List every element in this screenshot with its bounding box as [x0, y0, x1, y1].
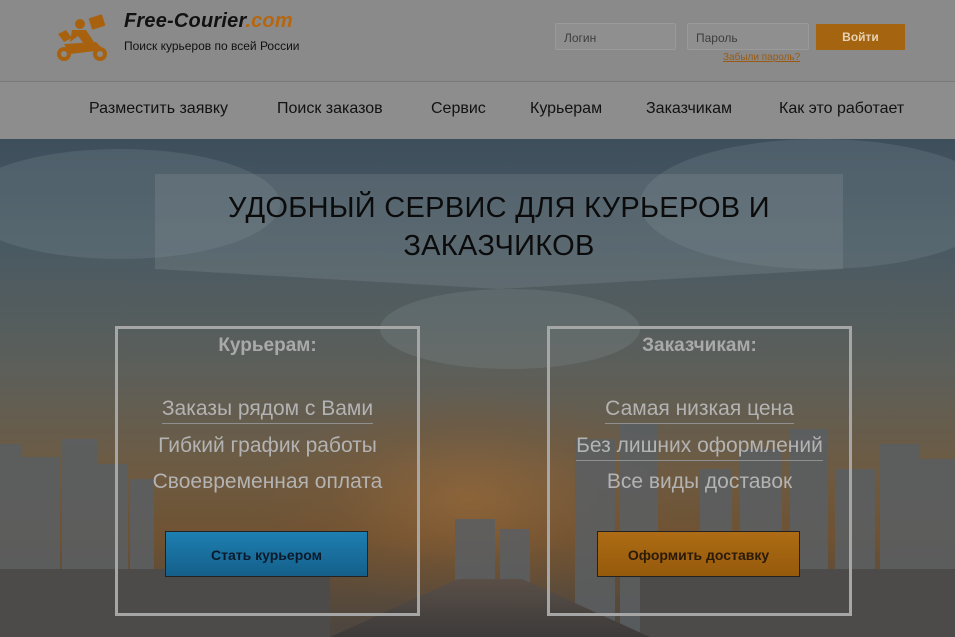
nav-item-post-request[interactable]: Разместить заявку	[89, 100, 228, 118]
nav-item-customers[interactable]: Заказчикам	[646, 100, 732, 118]
hero-title-line-2: ЗАКАЗЧИКОВ	[403, 230, 595, 262]
couriers-benefit: Заказы рядом с Вами	[118, 397, 417, 424]
nav-item-how-it-works[interactable]: Как это работает	[779, 100, 904, 118]
logo-tagline: Поиск курьеров по всей России	[124, 39, 300, 53]
customers-benefit-text: Без лишних оформлений	[576, 434, 823, 461]
hero-section: УДОБНЫЙ СЕРВИС ДЛЯ КУРЬЕРОВ И ЗАКАЗЧИКОВ…	[0, 139, 955, 637]
hero-title-line-1: УДОБНЫЙ СЕРВИС ДЛЯ КУРЬЕРОВ И	[228, 192, 770, 224]
login-button[interactable]: Войти	[816, 24, 905, 50]
logo-title[interactable]: Free-Courier.com	[124, 10, 293, 33]
nav-item-couriers[interactable]: Курьерам	[530, 100, 602, 118]
customers-benefit-text: Самая низкая цена	[605, 397, 794, 424]
nav-item-service[interactable]: Сервис	[431, 100, 486, 118]
couriers-heading: Курьерам:	[218, 335, 317, 356]
password-input[interactable]: Пароль	[687, 23, 809, 50]
order-delivery-button[interactable]: Оформить доставку	[597, 531, 800, 577]
main-nav: Разместить заявку Поиск заказов Сервис К…	[0, 82, 955, 139]
couriers-benefit: Гибкий график работы	[158, 434, 377, 457]
customers-heading: Заказчикам:	[642, 335, 757, 356]
couriers-benefit-text: Заказы рядом с Вами	[161, 397, 374, 424]
customers-benefit: Без лишних оформлений	[550, 434, 849, 461]
forgot-password-link[interactable]: Забыли пароль?	[723, 52, 800, 63]
logo-name: Free-Courier	[124, 10, 246, 32]
courier-scooter-icon[interactable]	[50, 12, 116, 66]
logo-domain: .com	[245, 10, 293, 32]
couriers-benefit: Своевременная оплата	[152, 470, 383, 493]
login-input[interactable]: Логин	[555, 23, 676, 50]
customers-benefit: Самая низкая цена	[550, 397, 849, 424]
nav-item-find-orders[interactable]: Поиск заказов	[277, 100, 383, 118]
site-header: Free-Courier.com Поиск курьеров по всей …	[0, 0, 955, 82]
hero-title: УДОБНЫЙ СЕРВИС ДЛЯ КУРЬЕРОВ И ЗАКАЗЧИКОВ	[155, 189, 843, 265]
customers-benefit: Все виды доставок	[606, 470, 793, 493]
become-courier-button[interactable]: Стать курьером	[165, 531, 368, 577]
